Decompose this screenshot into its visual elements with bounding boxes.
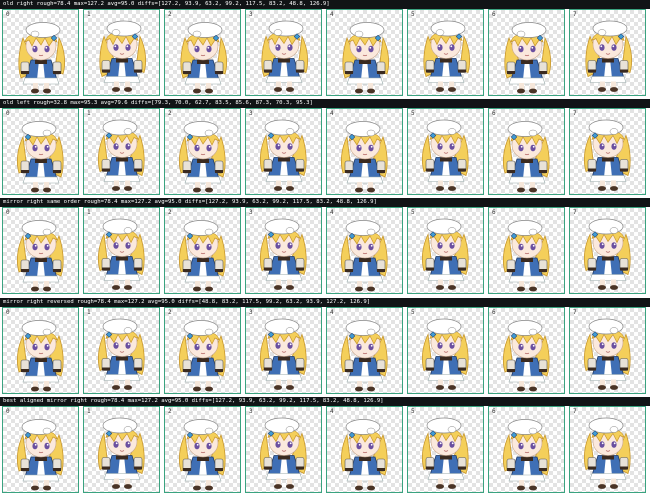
sprite-section: old left rough=32.8 max=95.3 avg=79.6 di… (0, 99, 650, 197)
sprite-frame: 0 (2, 306, 79, 394)
frame-strip: 01234567 (0, 306, 650, 396)
chibi-girl-sprite-icon (97, 318, 145, 390)
sprite-frame: 7 (569, 108, 646, 196)
section-label: best aligned mirror right rough=78.4 max… (0, 396, 650, 406)
sprite-frame: 5 (407, 207, 484, 295)
section-label: old left rough=32.8 max=95.3 avg=79.6 di… (0, 99, 650, 109)
chibi-girl-sprite-icon (504, 22, 552, 94)
sprite-frame: 6 (488, 306, 565, 394)
chibi-girl-sprite-icon (259, 119, 307, 192)
chibi-girl-sprite-icon (502, 418, 550, 491)
chibi-girl-sprite-icon (16, 121, 64, 194)
sprite-frame: 6 (488, 108, 565, 196)
chibi-girl-sprite-icon (421, 218, 469, 291)
chibi-girl-sprite-icon (16, 319, 64, 392)
sprite-frame: 6 (488, 207, 565, 295)
chibi-girl-sprite-icon (16, 418, 64, 491)
sprite-frame: 7 (569, 306, 646, 394)
sprite-frame: 1 (83, 306, 160, 394)
sprite-frame: 4 (326, 207, 403, 295)
chibi-girl-sprite-icon (502, 220, 550, 293)
chibi-girl-sprite-icon (259, 417, 307, 490)
sprite-frame: 4 (326, 108, 403, 196)
sprite-section: mirror right same order rough=78.4 max=1… (0, 198, 650, 296)
sprite-frame: 2 (164, 306, 241, 394)
sprite-frame: 4 (326, 306, 403, 394)
sprite-frame: 1 (83, 405, 160, 493)
sprite-frame: 5 (407, 9, 484, 96)
chibi-girl-sprite-icon (340, 220, 388, 293)
chibi-girl-sprite-icon (502, 121, 550, 194)
chibi-girl-sprite-icon (423, 20, 471, 93)
chibi-girl-sprite-icon (583, 119, 631, 192)
chibi-girl-sprite-icon (97, 417, 145, 490)
sprite-frame: 2 (164, 9, 241, 96)
chibi-girl-sprite-icon (340, 319, 388, 392)
sprite-frame: 3 (245, 108, 322, 196)
sprite-sheet-comparison: old right rough=78.4 max=127.2 avg=95.0 … (0, 0, 650, 500)
chibi-girl-sprite-icon (340, 418, 388, 491)
frame-strip: 01234567 (0, 108, 650, 197)
sprite-frame: 3 (245, 207, 322, 295)
sprite-frame: 0 (2, 108, 79, 196)
sprite-section: mirror right reversed rough=78.4 max=127… (0, 297, 650, 396)
chibi-girl-sprite-icon (99, 20, 147, 93)
sprite-frame: 5 (407, 306, 484, 394)
sprite-frame: 0 (2, 405, 79, 493)
sprite-frame: 2 (164, 405, 241, 493)
chibi-girl-sprite-icon (583, 417, 631, 490)
sprite-frame: 6 (488, 9, 565, 96)
chibi-girl-sprite-icon (259, 218, 307, 291)
sprite-frame: 7 (569, 207, 646, 295)
frame-strip: 01234567 (0, 405, 650, 495)
chibi-girl-sprite-icon (583, 218, 631, 291)
chibi-girl-sprite-icon (340, 121, 388, 194)
chibi-girl-sprite-icon (97, 119, 145, 192)
sprite-frame: 3 (245, 9, 322, 96)
sprite-section: old right rough=78.4 max=127.2 avg=95.0 … (0, 0, 650, 98)
sprite-frame: 7 (569, 9, 646, 96)
chibi-girl-sprite-icon (178, 220, 226, 293)
sprite-frame: 1 (83, 207, 160, 295)
chibi-girl-sprite-icon (502, 319, 550, 392)
sprite-frame: 1 (83, 9, 160, 96)
section-label: mirror right reversed rough=78.4 max=127… (0, 297, 650, 307)
sprite-frame: 4 (326, 405, 403, 493)
section-label: mirror right same order rough=78.4 max=1… (0, 198, 650, 208)
sprite-frame: 7 (569, 405, 646, 493)
chibi-girl-sprite-icon (180, 22, 228, 94)
sprite-frame: 2 (164, 108, 241, 196)
sprite-frame: 0 (2, 9, 79, 96)
chibi-girl-sprite-icon (342, 22, 390, 94)
frame-strip: 01234567 (0, 9, 650, 98)
chibi-girl-sprite-icon (178, 418, 226, 491)
sprite-frame: 1 (83, 108, 160, 196)
chibi-girl-sprite-icon (259, 318, 307, 390)
sprite-frame: 4 (326, 9, 403, 96)
section-label: old right rough=78.4 max=127.2 avg=95.0 … (0, 0, 650, 9)
sprite-frame: 0 (2, 207, 79, 295)
chibi-girl-sprite-icon (583, 318, 631, 390)
sprite-frame: 5 (407, 108, 484, 196)
sprite-frame: 6 (488, 405, 565, 493)
sprite-frame: 5 (407, 405, 484, 493)
chibi-girl-sprite-icon (178, 121, 226, 194)
chibi-girl-sprite-icon (421, 318, 469, 390)
chibi-girl-sprite-icon (421, 417, 469, 490)
chibi-girl-sprite-icon (421, 119, 469, 192)
frame-strip: 01234567 (0, 207, 650, 296)
sprite-frame: 2 (164, 207, 241, 295)
chibi-girl-sprite-icon (18, 22, 66, 94)
chibi-girl-sprite-icon (97, 218, 145, 291)
sprite-frame: 3 (245, 306, 322, 394)
chibi-girl-sprite-icon (16, 220, 64, 293)
chibi-girl-sprite-icon (261, 20, 309, 93)
chibi-girl-sprite-icon (178, 319, 226, 392)
sprite-section: best aligned mirror right rough=78.4 max… (0, 396, 650, 495)
sprite-frame: 3 (245, 405, 322, 493)
chibi-girl-sprite-icon (585, 20, 633, 93)
